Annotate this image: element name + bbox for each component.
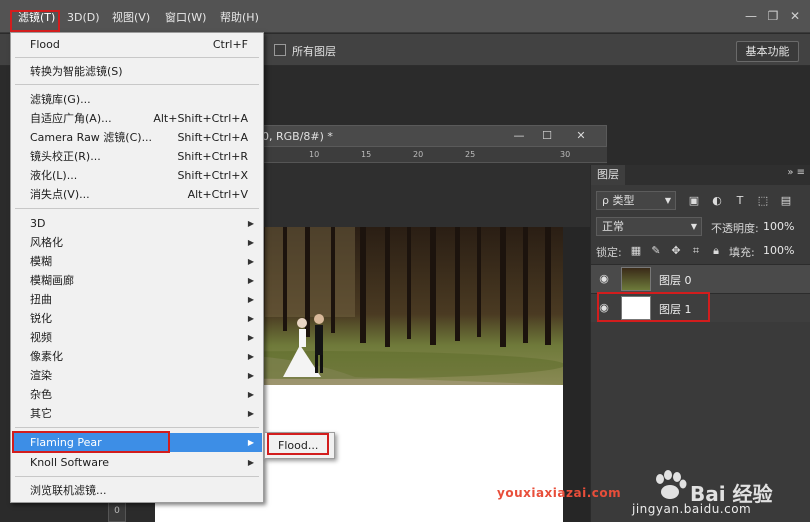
annotation-box-flood [267, 433, 329, 455]
ruler-tick: 10 [309, 150, 320, 159]
annotation-box-flaming-pear [12, 431, 170, 453]
menu-item-other[interactable]: 其它 ▶ [12, 404, 262, 423]
panel-header: 图层 » ≡ [591, 165, 810, 185]
submenu-arrow-icon: ▶ [247, 219, 254, 228]
menu-item-blur-gallery[interactable]: 模糊画廊 ▶ [12, 271, 262, 290]
submenu-arrow-icon: ▶ [247, 333, 254, 342]
layer-thumbnail [621, 267, 651, 291]
submenu-arrow-icon: ▶ [247, 409, 254, 418]
baidu-paw-logo [656, 470, 687, 499]
submenu-arrow-icon: ▶ [247, 458, 254, 467]
menu-item-filter-gallery[interactable]: 滤镜库(G)... [12, 90, 262, 109]
blend-mode-value: 正常 [602, 220, 624, 233]
panel-menu-icon[interactable]: » ≡ [787, 167, 805, 178]
shape-filter-icon[interactable]: ⬚ [755, 194, 771, 208]
menu-item-liquify[interactable]: 液化(L)... Shift+Ctrl+X [12, 166, 262, 185]
blend-mode-select[interactable]: 正常 ▼ [596, 217, 702, 236]
fill-label: 填充: [729, 246, 755, 259]
menu-3d[interactable]: 3D(D) [61, 9, 106, 27]
pixel-filter-icon[interactable]: ▣ [686, 194, 702, 208]
submenu-arrow-icon: ▶ [247, 390, 254, 399]
submenu-arrow-icon: ▶ [247, 257, 254, 266]
menu-item-render[interactable]: 渲染 ▶ [12, 366, 262, 385]
submenu-arrow-icon: ▶ [247, 295, 254, 304]
layer-row-0[interactable]: ◉ 图层 0 [591, 264, 810, 293]
all-layers-label: 所有图层 [292, 45, 336, 58]
menu-separator [15, 84, 259, 85]
ruler-tick: 30 [560, 150, 571, 159]
menu-item-flood[interactable]: Flood Ctrl+F [12, 35, 262, 54]
left-strip-value: 0 [108, 500, 126, 522]
blend-row: 正常 ▼ 不透明度: 100% [591, 215, 810, 237]
menu-item-vanishing-point[interactable]: 消失点(V)... Alt+Ctrl+V [12, 185, 262, 204]
menu-item-video[interactable]: 视频 ▶ [12, 328, 262, 347]
document-title: 0, RGB/8#) * [262, 130, 333, 143]
menu-item-camera-raw[interactable]: Camera Raw 滤镜(C)... Shift+Ctrl+A [12, 128, 262, 147]
kind-label: ρ 类型 [602, 194, 635, 207]
lock-position-icon[interactable]: ✥ [669, 244, 683, 258]
menu-window[interactable]: 窗口(W) [159, 9, 212, 27]
menu-separator [15, 57, 259, 58]
menu-item-stylize[interactable]: 风格化 ▶ [12, 233, 262, 252]
menu-view[interactable]: 视图(V) [106, 9, 156, 27]
submenu-arrow-icon: ▶ [247, 314, 254, 323]
site-watermark: youxiaxiazai.com [497, 486, 622, 500]
menu-item-3d[interactable]: 3D ▶ [12, 214, 262, 233]
menu-item-distort[interactable]: 扭曲 ▶ [12, 290, 262, 309]
submenu-arrow-icon: ▶ [247, 371, 254, 380]
eye-icon[interactable]: ◉ [597, 272, 611, 286]
baidu-url-watermark: jingyan.baidu.com [632, 502, 752, 516]
restore-icon[interactable]: ❐ [763, 8, 783, 24]
submenu-arrow-icon: ▶ [247, 276, 254, 285]
submenu-arrow-icon: ▶ [247, 352, 254, 361]
lock-artboard-icon[interactable]: ⌗ [689, 244, 703, 258]
smart-object-filter-icon[interactable]: ▤ [778, 194, 794, 208]
type-filter-icon[interactable]: T [732, 194, 748, 208]
ruler-tick: 20 [413, 150, 424, 159]
menu-item-convert-smart-filter[interactable]: 转换为智能滤镜(S) [12, 62, 262, 81]
lock-label: 锁定: [596, 246, 622, 259]
close-icon[interactable]: ✕ [785, 8, 805, 24]
doc-maximize-icon[interactable]: ☐ [538, 128, 556, 144]
menu-item-noise[interactable]: 杂色 ▶ [12, 385, 262, 404]
lock-brush-icon[interactable]: ✎ [649, 244, 663, 258]
ruler-tick: 25 [465, 150, 476, 159]
submenu-arrow-icon: ▶ [247, 438, 254, 447]
annotation-box-layer-1 [597, 292, 710, 322]
menu-item-browse-online-filters[interactable]: 浏览联机滤镜... [12, 481, 262, 500]
workspace-button[interactable]: 基本功能 [736, 41, 799, 62]
menu-item-pixelate[interactable]: 像素化 ▶ [12, 347, 262, 366]
ruler-tick: 15 [361, 150, 372, 159]
lock-transparency-icon[interactable]: ▦ [629, 244, 643, 258]
menu-bar: 滤镜(T) 3D(D) 视图(V) 窗口(W) 帮助(H) — ❐ ✕ [0, 0, 810, 33]
layer-name: 图层 0 [659, 274, 692, 287]
lock-all-icon[interactable]: 🔒︎ [709, 244, 723, 258]
opacity-label: 不透明度: [711, 222, 759, 235]
menu-separator [15, 208, 259, 209]
submenu-arrow-icon: ▶ [247, 238, 254, 247]
all-layers-checkbox[interactable] [274, 44, 286, 56]
opacity-input[interactable]: 100% [763, 220, 794, 233]
layer-filter-row: ρ 类型 ▼ ▣ ◐ T ⬚ ▤ [591, 187, 810, 213]
menu-help[interactable]: 帮助(H) [214, 9, 265, 27]
annotation-box-filter-menu [10, 10, 60, 32]
lock-row: 锁定: ▦ ✎ ✥ ⌗ 🔒︎ 填充: 100% [591, 241, 810, 261]
fill-input[interactable]: 100% [763, 244, 794, 257]
menu-separator [15, 476, 259, 477]
menu-item-knoll-software[interactable]: Knoll Software ▶ [12, 453, 262, 472]
tab-layers[interactable]: 图层 [591, 165, 625, 185]
minimize-icon[interactable]: — [741, 8, 761, 24]
menu-item-adaptive-wide-angle[interactable]: 自适应广角(A)... Alt+Shift+Ctrl+A [12, 109, 262, 128]
layer-kind-select[interactable]: ρ 类型 ▼ [596, 191, 676, 210]
chevron-down-icon: ▼ [690, 222, 697, 231]
layers-panel: 图层 » ≡ ρ 类型 ▼ ▣ ◐ T ⬚ ▤ 正常 ▼ 不透明度: 100% … [590, 165, 810, 522]
adjustment-filter-icon[interactable]: ◐ [709, 194, 725, 208]
menu-item-blur[interactable]: 模糊 ▶ [12, 252, 262, 271]
doc-close-icon[interactable]: ✕ [572, 128, 590, 144]
menu-item-sharpen[interactable]: 锐化 ▶ [12, 309, 262, 328]
menu-separator [15, 427, 259, 428]
chevron-down-icon: ▼ [664, 196, 671, 205]
menu-item-lens-correction[interactable]: 镜头校正(R)... Shift+Ctrl+R [12, 147, 262, 166]
doc-minimize-icon[interactable]: — [510, 128, 528, 144]
